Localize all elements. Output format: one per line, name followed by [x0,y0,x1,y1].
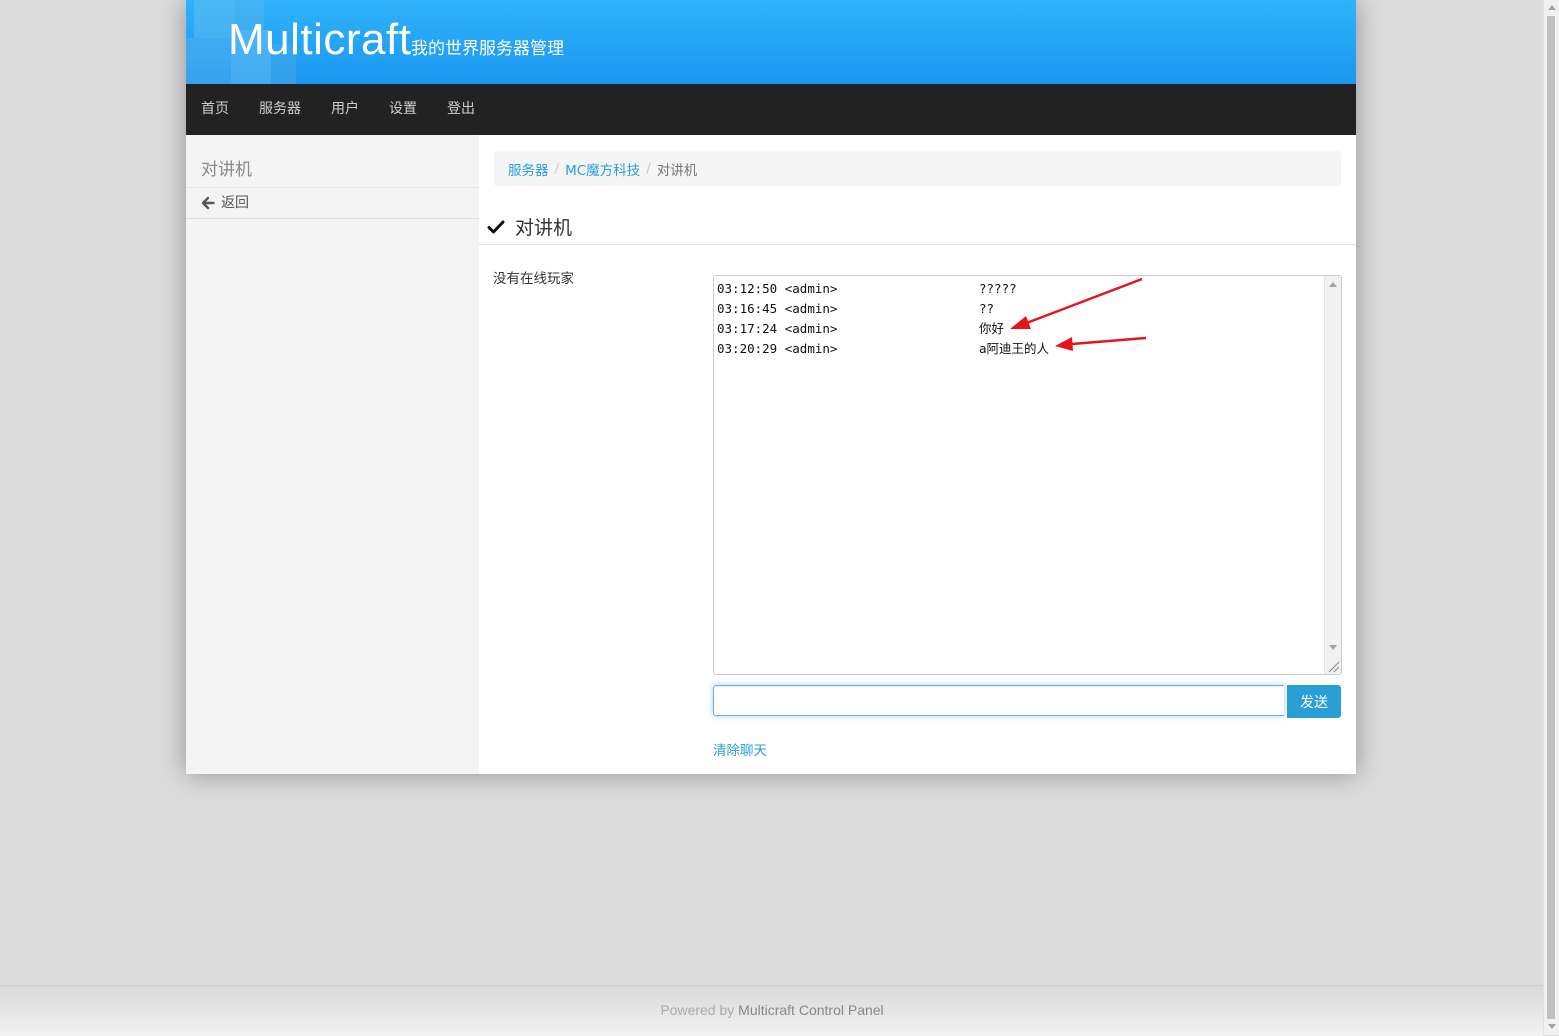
chat-message: a阿迪王的人 [979,341,1050,356]
nav-item-settings[interactable]: 设置 [374,84,432,135]
chat-user: <admin> [784,321,838,336]
scroll-down-arrow-icon[interactable] [1329,645,1337,650]
arrow-left-icon [201,196,215,210]
scrollbar-thumb[interactable] [1547,16,1555,1019]
page-container: Multicraft 我的世界服务器管理 首页 服务器 用户 设置 登出 对讲机… [186,0,1356,774]
chat-time: 03:12:50 [717,281,778,296]
online-players-status: 没有在线玩家 [493,271,574,287]
sidebar-title: 对讲机 [201,160,252,180]
main-content: 服务器 / MC魔方科技 / 对讲机 对讲机 没有在线玩家 03:12:50 <… [479,135,1356,774]
sidebar: 对讲机 返回 [186,135,479,774]
chat-line: 03:17:24 <admin> 你好 [717,319,1317,339]
chat-line: 03:16:45 <admin> ?? [717,299,1317,319]
chat-line: 03:20:29 <admin> a阿迪王的人 [717,339,1317,359]
breadcrumb-servers[interactable]: 服务器 [494,159,549,179]
sidebar-divider [186,187,479,188]
chat-message: ?? [979,301,995,316]
chat-log[interactable]: 03:12:50 <admin> ????? 03:16:45 <admin> … [713,275,1342,675]
scroll-up-arrow-icon[interactable] [1548,5,1556,10]
breadcrumb-server-name[interactable]: MC魔方科技 [565,159,640,179]
nav-item-users[interactable]: 用户 [316,84,374,135]
scroll-up-arrow-icon[interactable] [1329,282,1337,287]
nav-item-logout[interactable]: 登出 [432,84,490,135]
chat-log-scrollbar[interactable] [1324,276,1341,674]
chat-message-input[interactable] [713,685,1284,716]
footer-prefix: Powered by [660,1002,739,1018]
chat-time: 03:16:45 [717,301,778,316]
page-title: 对讲机 [515,217,573,239]
chat-user: <admin> [784,301,838,316]
scroll-down-arrow-icon[interactable] [1548,1024,1556,1029]
window-scrollbar[interactable] [1543,0,1559,1035]
section-header: 对讲机 [487,213,572,240]
back-link[interactable]: 返回 [201,192,249,212]
chat-message: ????? [979,281,1017,296]
breadcrumb-separator: / [646,160,651,177]
top-navbar: 首页 服务器 用户 设置 登出 [186,84,1356,135]
section-divider [479,244,1356,245]
clear-chat-link[interactable]: 清除聊天 [713,739,767,759]
chat-line: 03:12:50 <admin> ????? [717,279,1317,299]
chat-time: 03:17:24 [717,321,778,336]
sidebar-divider [186,218,479,219]
breadcrumb: 服务器 / MC魔方科技 / 对讲机 [494,151,1341,186]
footer-link[interactable]: Multicraft Control Panel [738,1002,884,1018]
site-title[interactable]: Multicraft [228,14,411,66]
back-link-label: 返回 [221,195,249,211]
check-icon [487,220,505,233]
chat-lines: 03:12:50 <admin> ????? 03:16:45 <admin> … [717,279,1317,359]
chat-user: <admin> [784,341,838,356]
send-button[interactable]: 发送 [1287,685,1341,718]
chat-message: 你好 [979,321,1005,336]
site-footer: Powered by Multicraft Control Panel [0,985,1544,1036]
chat-time: 03:20:29 [717,341,778,356]
breadcrumb-separator: / [554,160,560,177]
resize-grip-icon[interactable] [1326,659,1340,673]
breadcrumb-current: 对讲机 [656,162,698,179]
nav-item-home[interactable]: 首页 [186,84,244,135]
chat-user: <admin> [784,281,838,296]
nav-item-servers[interactable]: 服务器 [244,84,316,135]
site-header: Multicraft 我的世界服务器管理 [186,0,1356,84]
site-subtitle: 我的世界服务器管理 [411,39,564,59]
